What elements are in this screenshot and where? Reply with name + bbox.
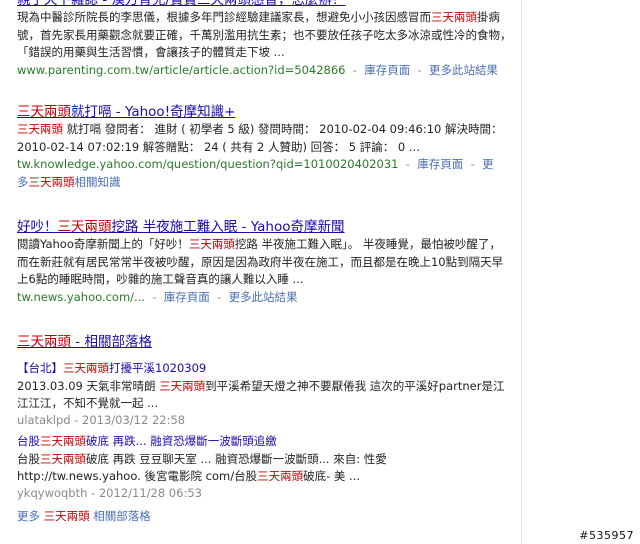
related-knowledge-line: 多三天兩頭相關知識 xyxy=(17,174,512,192)
blog-item-title-link[interactable]: 【台北】三天兩頭打擾平溪1020309 xyxy=(17,360,512,378)
result-url[interactable]: tw.knowledge.yahoo.com/question/question… xyxy=(17,157,399,171)
text-fragment: 破底 再跌... 融資恐爆斷一波斷頭追繳 xyxy=(86,434,277,448)
highlighted-keyword: 三天兩頭 xyxy=(63,361,109,375)
text-fragment: - 相關部落格 xyxy=(71,334,152,350)
highlighted-keyword: 三天兩頭 xyxy=(17,122,63,136)
text-fragment: 就打嗝 - Yahoo!奇摩知識+ xyxy=(71,104,236,120)
result-title-link[interactable]: 三天兩頭就打嗝 - Yahoo!奇摩知識+ xyxy=(17,104,512,121)
more-link-part[interactable]: 更 xyxy=(482,157,494,171)
search-result: 三天兩頭就打嗝 - Yahoo!奇摩知識+ 三天兩頭 就打嗝 發問者： 進財 (… xyxy=(17,104,512,191)
text-fragment: 破底- 美 ... xyxy=(303,468,361,483)
text-fragment: 台股 xyxy=(17,451,40,466)
more-from-site-link[interactable]: 更多此站結果 xyxy=(429,63,498,77)
result-url[interactable]: tw.news.yahoo.com/... xyxy=(17,290,145,304)
result-title-link[interactable]: 親子天下雜誌 - 漢方育兒/寶寶三天兩頭感冒，怎麼辦？ xyxy=(17,0,512,9)
result-link-line: www.parenting.com.tw/article/article.act… xyxy=(17,62,499,77)
blog-item: 台股三天兩頭破底 再跌... 融資恐爆斷一波斷頭追繳 台股三天兩頭破底 再跌 豆… xyxy=(17,433,512,502)
cache-link[interactable]: 庫存頁面 xyxy=(164,290,210,304)
text-fragment: 現為中醫診所院長的李思儀，根據多年門診經驗建議家長，想避免小小孩因感冒而 xyxy=(17,10,431,24)
blog-group-title-link[interactable]: 三天兩頭 - 相關部落格 xyxy=(17,334,512,351)
highlighted-keyword: 三天兩頭 xyxy=(159,378,206,393)
result-link-line: tw.knowledge.yahoo.com/question/question… xyxy=(17,157,494,171)
cache-link[interactable]: 庫存頁面 xyxy=(417,157,463,171)
result-snippet: 現為中醫診所院長的李思儀，根據多年門診經驗建議家長，想避免小小孩因感冒而三天兩頭… xyxy=(17,9,512,62)
result-link-line: tw.news.yahoo.com/... - 庫存頁面 - 更多此站結果 xyxy=(17,289,298,304)
blog-results-group: 三天兩頭 - 相關部落格 【台北】三天兩頭打擾平溪1020309 2013.03… xyxy=(17,334,512,526)
highlighted-keyword: 三天兩頭 xyxy=(257,468,304,483)
more-blogs-prefix[interactable]: 更多 xyxy=(17,509,40,523)
related-keyword[interactable]: 三天兩頭 xyxy=(29,175,75,189)
result-title-link[interactable]: 好吵！三天兩頭挖路 半夜施工難入眠 - Yahoo奇摩新聞 xyxy=(17,219,512,236)
blog-item-snippet: 台股三天兩頭破底 再跌 豆豆聊天室 ... 融資恐爆斷一波斷頭... 來自: 性… xyxy=(17,451,512,485)
blog-item-title-link[interactable]: 台股三天兩頭破底 再跌... 融資恐爆斷一波斷頭追繳 xyxy=(17,433,512,451)
blog-item-meta: ykqywoqbth - 2012/11/28 06:53 xyxy=(17,485,202,500)
more-link-part[interactable]: 多 xyxy=(17,175,29,189)
blog-item: 【台北】三天兩頭打擾平溪1020309 2013.03.09 天氣非常晴朗 三天… xyxy=(17,360,512,429)
result-snippet: 三天兩頭 就打嗝 發問者： 進財 ( 初學者 5 級) 發問時間： 2010-0… xyxy=(17,121,512,156)
cache-link[interactable]: 庫存頁面 xyxy=(364,63,410,77)
highlighted-keyword: 三天兩頭 xyxy=(40,434,86,448)
more-blogs-line: 更多 三天兩頭 相關部落格 xyxy=(17,508,512,526)
more-from-site-link[interactable]: 更多此站結果 xyxy=(229,290,298,304)
more-blogs-keyword[interactable]: 三天兩頭 xyxy=(44,509,90,523)
text-fragment: 【台北】 xyxy=(17,361,63,375)
text-fragment: 就打嗝 發問者： 進財 ( 初學者 5 級) 發問時間： 2010-02-04 … xyxy=(17,122,503,154)
more-blogs-link[interactable]: 相關部落格 xyxy=(90,509,151,523)
highlighted-keyword: 三天兩頭 xyxy=(57,219,112,235)
column-divider xyxy=(521,0,522,544)
search-result: 好吵！三天兩頭挖路 半夜施工難入眠 - Yahoo奇摩新聞 閱讀Yahoo奇摩新… xyxy=(17,219,512,306)
highlighted-keyword: 三天兩頭 xyxy=(17,334,71,350)
watermark: #535957 xyxy=(579,529,634,542)
related-knowledge-link[interactable]: 相關知識 xyxy=(75,175,121,189)
text-fragment: 閱讀Yahoo奇摩新聞上的「好吵！ xyxy=(17,237,189,251)
highlighted-keyword: 三天兩頭 xyxy=(188,237,235,251)
highlighted-keyword: 三天兩頭 xyxy=(40,451,86,466)
highlighted-keyword: 三天兩頭 xyxy=(17,104,71,120)
result-snippet: 閱讀Yahoo奇摩新聞上的「好吵！三天兩頭挖路 半夜施工難入眠」。 半夜睡覺，最… xyxy=(17,236,512,289)
text-fragment: 2013.03.09 天氣非常晴朗 xyxy=(17,378,160,393)
result-url[interactable]: www.parenting.com.tw/article/article.act… xyxy=(17,63,345,77)
text-fragment: 台股 xyxy=(17,434,40,448)
text-fragment: 挖路 半夜施工難入眠 - Yahoo奇摩新聞 xyxy=(111,219,345,235)
highlighted-keyword: 三天兩頭 xyxy=(431,10,477,24)
text-fragment: 打擾平溪1020309 xyxy=(109,361,207,375)
search-result: 親子天下雜誌 - 漢方育兒/寶寶三天兩頭感冒，怎麼辦？ 現為中醫診所院長的李思儀… xyxy=(17,0,512,79)
text-fragment: 好吵！ xyxy=(17,219,58,235)
blog-item-meta: ulataklpd - 2013/03/12 22:58 xyxy=(17,412,186,427)
blog-item-snippet: 2013.03.09 天氣非常晴朗 三天兩頭到平溪希望天燈之神不要厭倦我 這次的… xyxy=(17,378,512,412)
